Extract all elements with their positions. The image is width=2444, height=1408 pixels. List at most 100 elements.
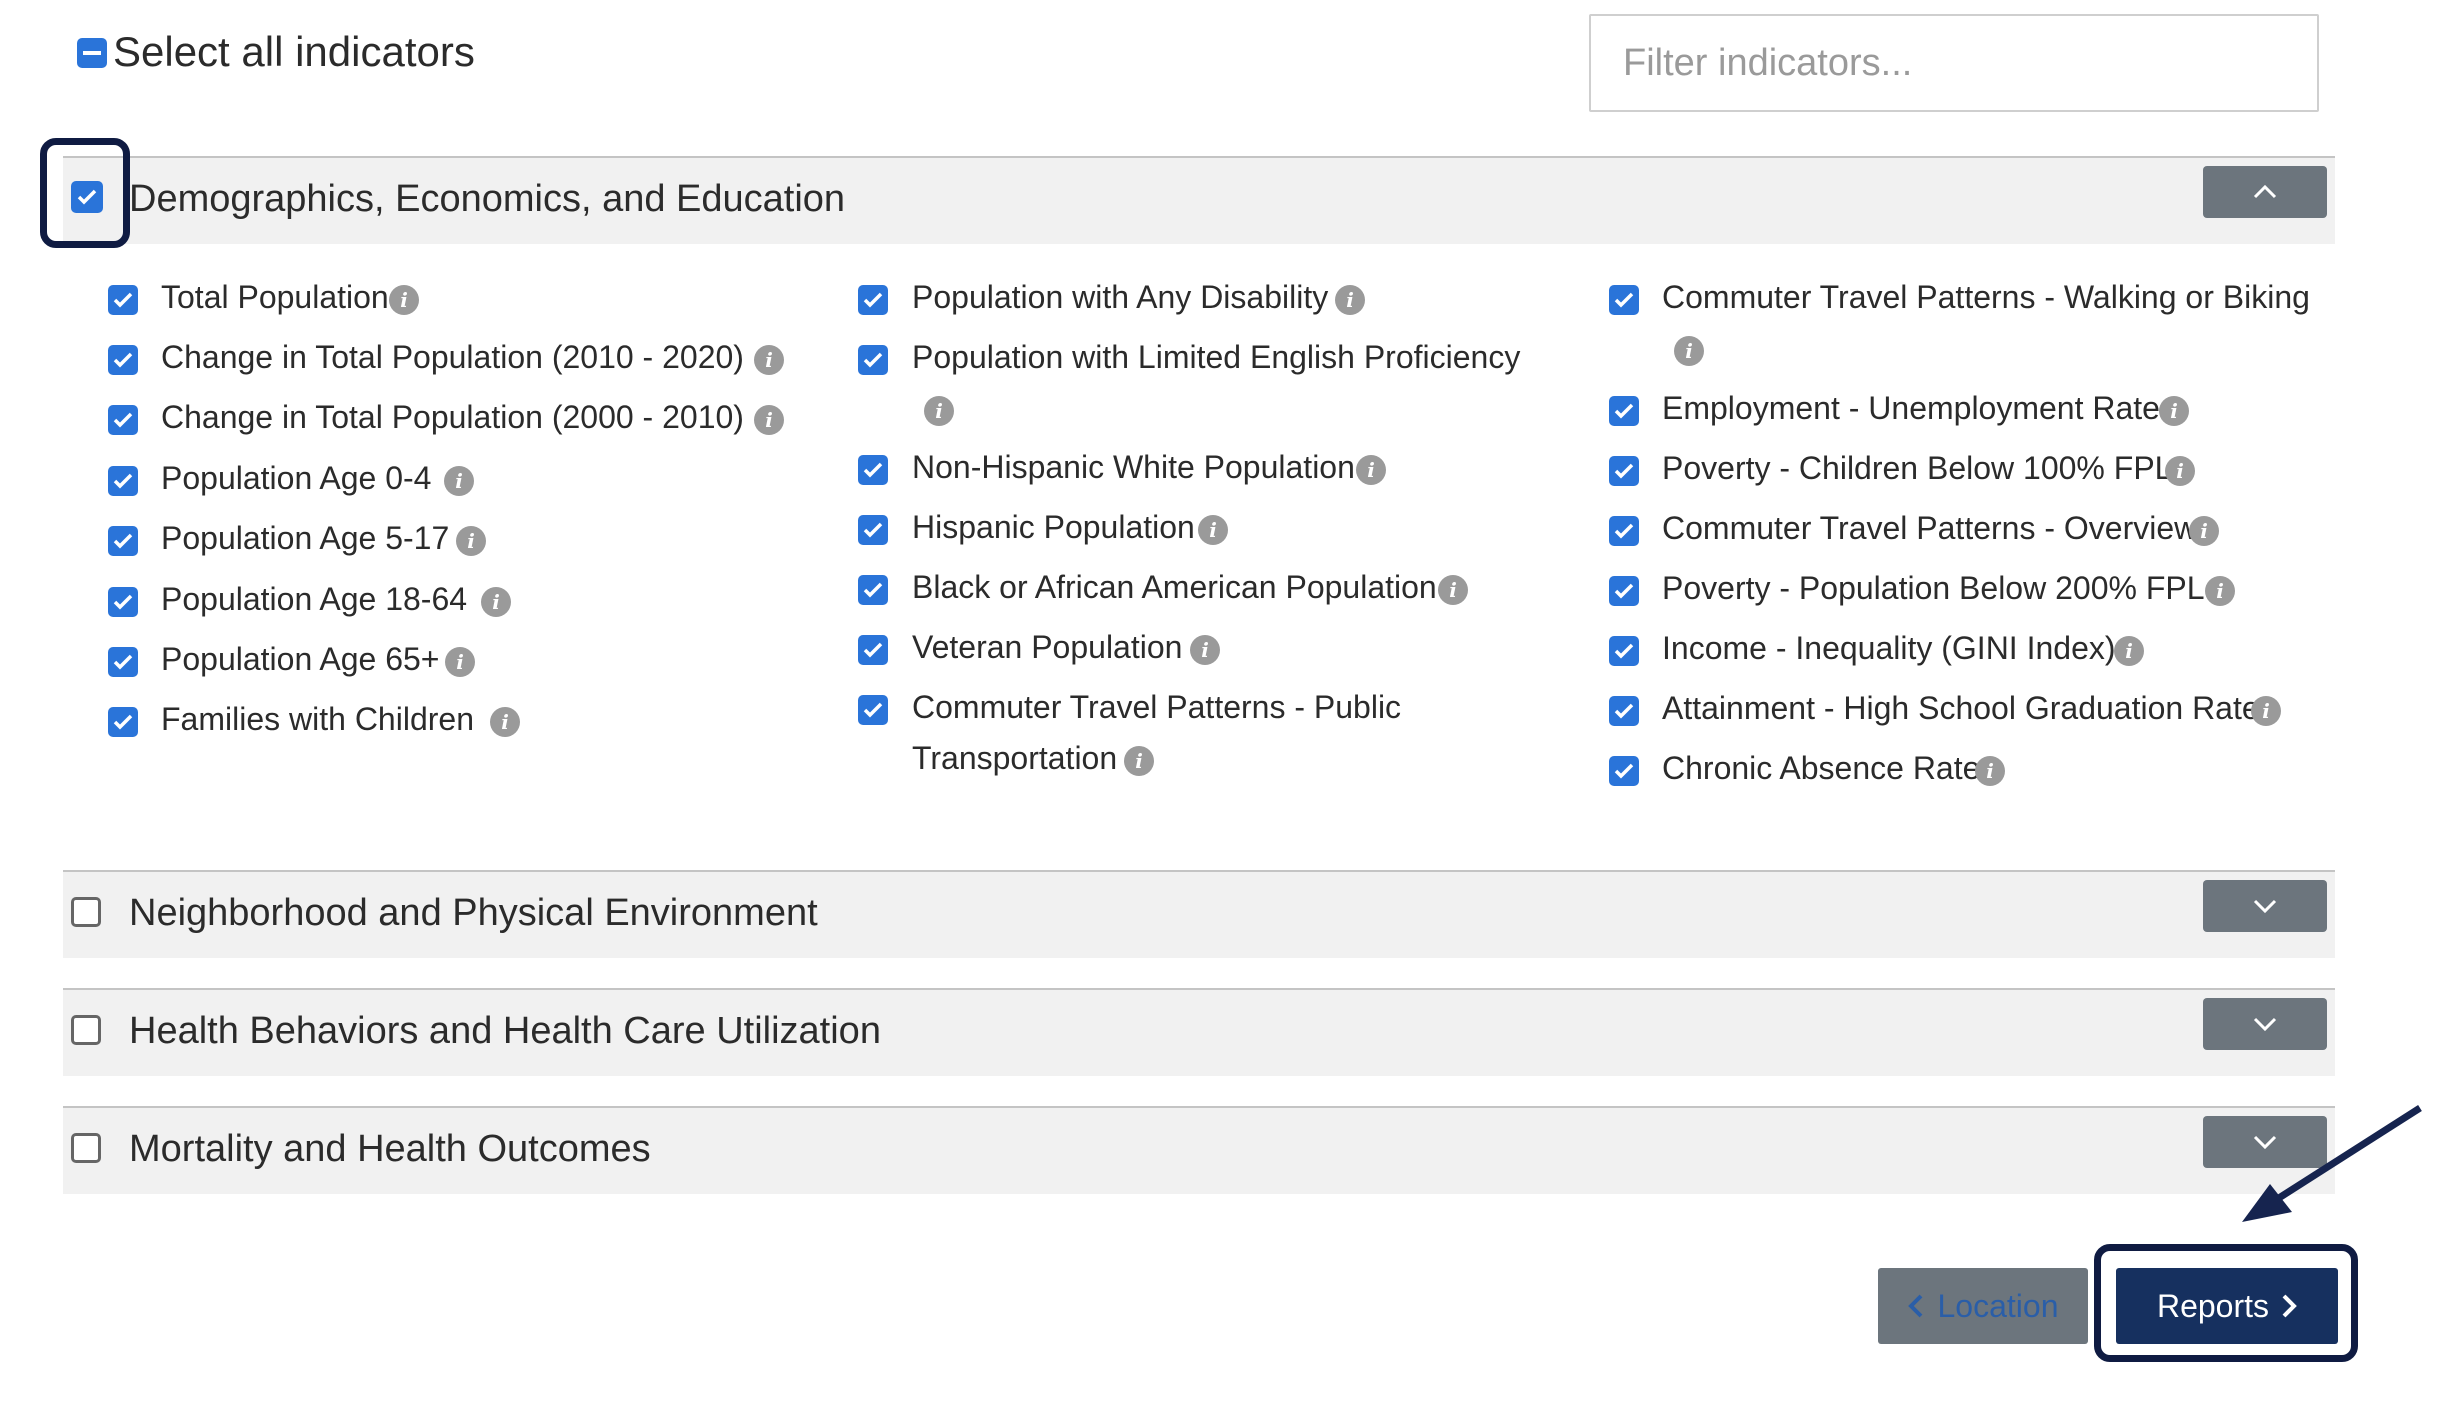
select-all-label[interactable]: Select all indicators	[113, 28, 475, 76]
checkmark-icon	[863, 702, 883, 718]
indicator-checkbox[interactable]	[108, 707, 138, 737]
indicator-checkbox[interactable]	[858, 345, 888, 375]
indicator-checkbox[interactable]	[1609, 285, 1639, 315]
chevron-up-icon	[2253, 184, 2277, 199]
info-icon[interactable]: i	[1356, 455, 1386, 485]
indicator-label[interactable]: Population Age 65+	[161, 641, 439, 678]
section-checkbox-mortality[interactable]	[71, 1133, 101, 1163]
indicator-label[interactable]: Families with Children	[161, 701, 474, 738]
chevron-down-icon	[2253, 1017, 2277, 1032]
indicator-checkbox[interactable]	[1609, 636, 1639, 666]
info-icon[interactable]: i	[444, 466, 474, 496]
checkmark-icon	[113, 352, 133, 368]
indicator-checkbox[interactable]	[1609, 576, 1639, 606]
location-back-button[interactable]: Location	[1878, 1268, 2088, 1344]
indicator-label[interactable]: Population with Any Disability	[912, 279, 1328, 316]
info-icon[interactable]: i	[445, 647, 475, 677]
section-header-mortality[interactable]: Mortality and Health Outcomes	[63, 1106, 2335, 1194]
info-icon[interactable]: i	[1124, 746, 1154, 776]
section-header-health-behaviors[interactable]: Health Behaviors and Health Care Utiliza…	[63, 988, 2335, 1076]
expand-button[interactable]	[2203, 998, 2327, 1050]
indicator-label[interactable]: Employment - Unemployment Rate	[1662, 390, 2160, 427]
indicator-checkbox[interactable]	[108, 466, 138, 496]
indicator-label[interactable]: Change in Total Population (2000 - 2010)	[161, 399, 744, 436]
indicator-checkbox[interactable]	[108, 345, 138, 375]
info-icon[interactable]: i	[1674, 336, 1704, 366]
indicator-checkbox[interactable]	[108, 647, 138, 677]
indicator-label[interactable]: Population with Limited English Proficie…	[912, 339, 1520, 376]
indicator-checkbox[interactable]	[108, 526, 138, 556]
info-icon[interactable]: i	[2205, 576, 2235, 606]
indicator-label[interactable]: Non-Hispanic White Population	[912, 449, 1355, 486]
indicator-label[interactable]: Poverty - Population Below 200% FPL	[1662, 570, 2205, 607]
section-title: Neighborhood and Physical Environment	[129, 892, 818, 934]
indicator-checkbox[interactable]	[1609, 456, 1639, 486]
indicator-checkbox[interactable]	[1609, 396, 1639, 426]
info-icon[interactable]: i	[1335, 285, 1365, 315]
info-icon[interactable]: i	[389, 285, 419, 315]
checkmark-icon	[113, 594, 133, 610]
indicator-label[interactable]: Commuter Travel Patterns - Public	[912, 689, 1401, 726]
indicator-checkbox[interactable]	[858, 515, 888, 545]
indicator-checkbox[interactable]	[858, 575, 888, 605]
section-checkbox-demographics[interactable]	[71, 181, 103, 213]
filter-indicators-input[interactable]	[1589, 14, 2319, 112]
chevron-down-icon	[2253, 899, 2277, 914]
indicator-label[interactable]: Total Population	[161, 279, 389, 316]
info-icon[interactable]: i	[1975, 756, 2005, 786]
section-header-neighborhood[interactable]: Neighborhood and Physical Environment	[63, 870, 2335, 958]
indicator-label[interactable]: Commuter Travel Patterns - Walking or Bi…	[1662, 279, 2310, 316]
info-icon[interactable]: i	[2189, 516, 2219, 546]
info-icon[interactable]: i	[490, 707, 520, 737]
chevron-right-icon	[2282, 1294, 2297, 1318]
indicator-checkbox[interactable]	[1609, 696, 1639, 726]
indicator-label[interactable]: Transportation	[912, 740, 1117, 777]
expand-button[interactable]	[2203, 880, 2327, 932]
info-icon[interactable]: i	[2159, 396, 2189, 426]
indicator-checkbox[interactable]	[108, 405, 138, 435]
info-icon[interactable]: i	[1198, 515, 1228, 545]
indicator-label[interactable]: Income - Inequality (GINI Index)	[1662, 630, 2116, 667]
indicator-label[interactable]: Attainment - High School Graduation Rate	[1662, 690, 2260, 727]
indicator-checkbox[interactable]	[108, 587, 138, 617]
checkmark-icon	[863, 522, 883, 538]
chevron-left-icon	[1907, 1294, 1922, 1318]
info-icon[interactable]: i	[481, 587, 511, 617]
indicator-label[interactable]: Poverty - Children Below 100% FPL	[1662, 450, 2172, 487]
info-icon[interactable]: i	[2165, 456, 2195, 486]
indicator-checkbox[interactable]	[108, 285, 138, 315]
indicator-label[interactable]: Commuter Travel Patterns - Overview	[1662, 510, 2197, 547]
collapse-button[interactable]	[2203, 166, 2327, 218]
reports-next-button[interactable]: Reports	[2116, 1268, 2338, 1344]
indicator-checkbox[interactable]	[858, 455, 888, 485]
info-icon[interactable]: i	[1438, 575, 1468, 605]
section-checkbox-health-behaviors[interactable]	[71, 1015, 101, 1045]
checkmark-icon	[863, 292, 883, 308]
indicator-label[interactable]: Change in Total Population (2010 - 2020)	[161, 339, 744, 376]
checkmark-icon	[113, 292, 133, 308]
indicator-checkbox[interactable]	[1609, 756, 1639, 786]
arrow-annotation-icon	[2242, 1105, 2422, 1222]
indicator-checkbox[interactable]	[858, 635, 888, 665]
info-icon[interactable]: i	[1190, 635, 1220, 665]
indicator-label[interactable]: Population Age 18-64	[161, 581, 467, 618]
indicator-checkbox[interactable]	[1609, 516, 1639, 546]
indicator-label[interactable]: Population Age 0-4	[161, 460, 431, 497]
info-icon[interactable]: i	[2251, 696, 2281, 726]
info-icon[interactable]: i	[456, 526, 486, 556]
checkmark-icon	[1614, 583, 1634, 599]
info-icon[interactable]: i	[754, 345, 784, 375]
info-icon[interactable]: i	[2114, 636, 2144, 666]
select-all-checkbox[interactable]	[77, 38, 107, 68]
indicator-label[interactable]: Chronic Absence Rate	[1662, 750, 1980, 787]
indicator-label[interactable]: Black or African American Population	[912, 569, 1437, 606]
indicator-label[interactable]: Population Age 5-17	[161, 520, 449, 557]
info-icon[interactable]: i	[754, 405, 784, 435]
indicator-checkbox[interactable]	[858, 285, 888, 315]
indicator-checkbox[interactable]	[858, 695, 888, 725]
indicator-label[interactable]: Hispanic Population	[912, 509, 1195, 546]
info-icon[interactable]: i	[924, 396, 954, 426]
indicator-label[interactable]: Veteran Population	[912, 629, 1182, 666]
section-header-demographics[interactable]: Demographics, Economics, and Education	[63, 156, 2335, 244]
section-checkbox-neighborhood[interactable]	[71, 897, 101, 927]
